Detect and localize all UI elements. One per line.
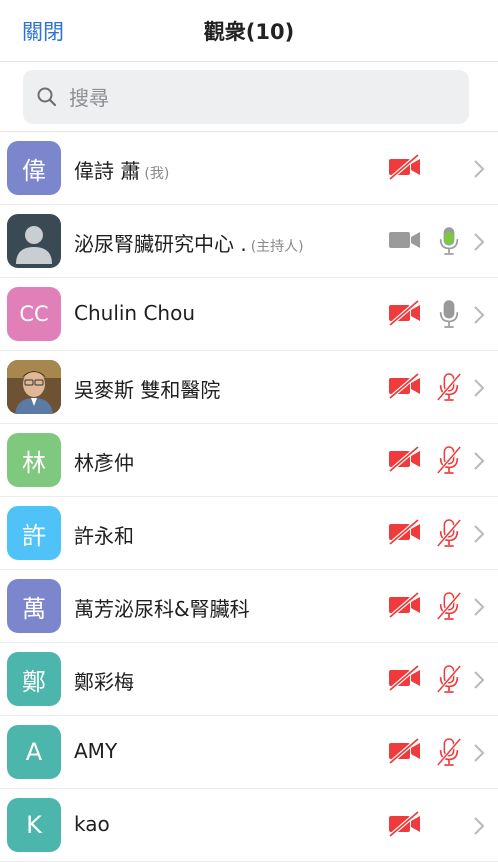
chevron-right-icon[interactable] xyxy=(472,231,486,257)
header-bar: 關閉 觀衆(10) xyxy=(0,0,498,62)
participant-row[interactable]: 鄭 鄭彩梅 xyxy=(0,643,498,716)
participant-name-text: AMY xyxy=(74,739,118,763)
profile-photo xyxy=(7,360,61,414)
page-title: 觀衆(10) xyxy=(203,20,295,44)
chevron-right-icon[interactable] xyxy=(472,377,486,403)
participant-name-text: 許永和 xyxy=(74,524,134,548)
person-silhouette-icon xyxy=(16,226,52,264)
video-off-icon xyxy=(388,737,422,768)
avatar: A xyxy=(7,725,61,779)
participant-name-text: 泌尿腎臟研究中心 . xyxy=(74,232,247,256)
mic-muted-icon xyxy=(436,517,462,553)
participant-name: 許永和 xyxy=(74,520,134,549)
mic-muted-icon xyxy=(436,371,462,407)
participant-row[interactable]: Kkao xyxy=(0,789,498,862)
participant-role-tag: (我) xyxy=(144,166,170,182)
participant-name: AMY xyxy=(74,739,117,763)
avatar-initial: 偉 xyxy=(22,156,46,185)
participant-row[interactable]: 偉偉詩 蕭 (我) xyxy=(0,132,498,205)
participant-name: Chulin Chou xyxy=(74,301,195,325)
participant-role-tag: (主持人) xyxy=(250,239,304,255)
avatar: K xyxy=(7,798,61,852)
participant-name: 鄭彩梅 xyxy=(74,666,134,695)
avatar xyxy=(7,360,61,414)
avatar-initial: 許 xyxy=(22,521,46,550)
avatar-initial: K xyxy=(26,811,42,839)
participant-name-text: 鄭彩梅 xyxy=(74,670,134,694)
participant-name: 林彥仲 xyxy=(74,447,134,476)
participant-row[interactable]: 許 許永和 xyxy=(0,497,498,570)
avatar-initial: 萬 xyxy=(22,594,46,623)
participant-name-text: 萬芳泌尿科&腎臟科 xyxy=(74,597,250,621)
participant-name-text: 吳麥斯 雙和醫院 xyxy=(74,378,221,402)
video-off-icon xyxy=(388,372,422,403)
mic-muted-icon xyxy=(436,736,462,772)
participant-name: 偉詩 蕭 (我) xyxy=(74,155,169,184)
video-on-icon xyxy=(388,227,422,257)
chevron-right-icon[interactable] xyxy=(472,596,486,622)
chevron-right-icon[interactable] xyxy=(472,304,486,330)
avatar xyxy=(7,214,61,268)
video-off-icon xyxy=(388,664,422,695)
avatar: 許 xyxy=(7,506,61,560)
participant-row[interactable]: 林 林彥仲 xyxy=(0,424,498,497)
chevron-right-icon[interactable] xyxy=(472,523,486,549)
chevron-right-icon[interactable] xyxy=(472,158,486,184)
avatar: 偉 xyxy=(7,141,61,195)
participant-list: 偉偉詩 蕭 (我) 泌尿腎臟研究中心 . (主持人) CC Chulin Chou 吳麥斯 … xyxy=(0,132,498,862)
avatar-initial: 鄭 xyxy=(22,667,46,696)
avatar-initial: A xyxy=(25,738,43,766)
participant-name-text: kao xyxy=(74,812,110,836)
avatar-initial: CC xyxy=(19,302,49,326)
mic-muted-icon xyxy=(436,663,462,699)
microphone-icon xyxy=(436,298,462,334)
chevron-right-icon[interactable] xyxy=(472,742,486,768)
participant-row[interactable]: A AMY xyxy=(0,716,498,789)
participant-row[interactable]: 萬 萬芳泌尿科&腎臟科 xyxy=(0,570,498,643)
video-off-icon xyxy=(388,153,422,184)
video-off-icon xyxy=(388,518,422,549)
participant-name-text: 偉詩 蕭 xyxy=(74,159,141,183)
participant-name: 泌尿腎臟研究中心 . (主持人) xyxy=(74,228,304,257)
video-off-icon xyxy=(388,445,422,476)
search-input[interactable] xyxy=(67,80,451,116)
chevron-right-icon[interactable] xyxy=(472,450,486,476)
video-off-icon xyxy=(388,299,422,330)
microphone-icon xyxy=(436,225,462,261)
video-off-icon xyxy=(388,591,422,622)
avatar: 鄭 xyxy=(7,652,61,706)
avatar: 林 xyxy=(7,433,61,487)
video-off-icon xyxy=(388,810,422,841)
search-section xyxy=(0,62,498,132)
participant-name-text: Chulin Chou xyxy=(74,301,196,325)
mic-muted-icon xyxy=(436,590,462,626)
participant-name: 吳麥斯 雙和醫院 xyxy=(74,374,220,403)
chevron-right-icon[interactable] xyxy=(472,815,486,841)
participant-row[interactable]: CC Chulin Chou xyxy=(0,278,498,351)
avatar-initial: 林 xyxy=(22,448,46,477)
search-icon xyxy=(37,87,57,107)
participant-name: 萬芳泌尿科&腎臟科 xyxy=(74,593,250,622)
search-box[interactable] xyxy=(23,70,469,124)
avatar: CC xyxy=(7,287,61,341)
avatar: 萬 xyxy=(7,579,61,633)
participant-name-text: 林彥仲 xyxy=(74,451,134,475)
participant-name: kao xyxy=(74,812,110,836)
mic-muted-icon xyxy=(436,444,462,480)
participant-row[interactable]: 吳麥斯 雙和醫院 xyxy=(0,351,498,424)
participant-row[interactable]: 泌尿腎臟研究中心 . (主持人) xyxy=(0,205,498,278)
chevron-right-icon[interactable] xyxy=(472,669,486,695)
